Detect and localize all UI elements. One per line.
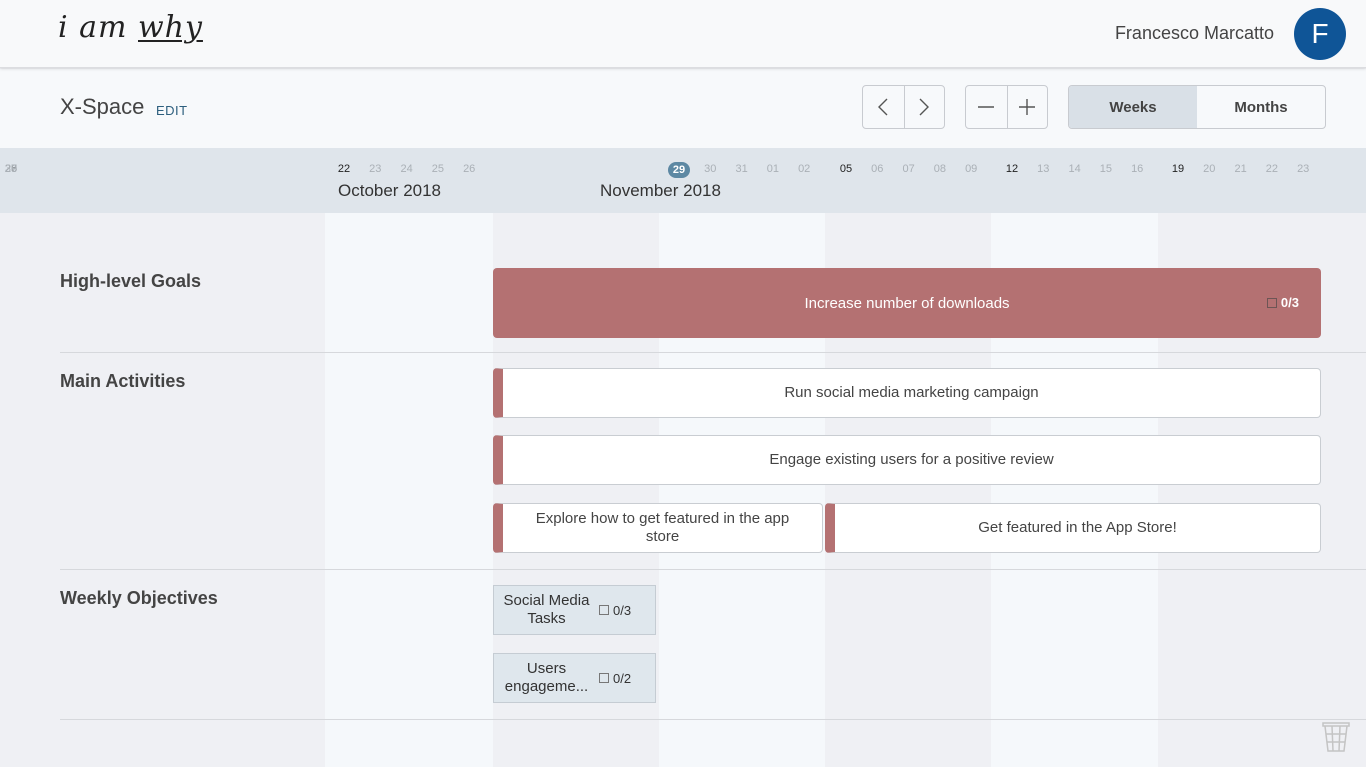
activity-title: Engage existing users for a positive rev… [769,451,1054,468]
logo-emphasis: why [138,10,203,45]
objective-title: Social Media Tasks [503,592,590,627]
chevron-left-icon [878,98,888,116]
day-tick: 09 [965,163,978,175]
activity-title: Get featured in the App Store! [978,519,1177,536]
top-bar: i am why Francesco Marcatto F [0,0,1366,68]
day-tick: 25 [431,163,445,175]
plus-icon [1019,99,1036,115]
day-tick-today: 29 [668,162,690,178]
app-logo[interactable]: i am why [58,10,203,45]
objective-progress-count: 0/2 [613,670,632,686]
trash-drop-zone[interactable] [1322,722,1350,752]
zoom-group [965,85,1048,129]
day-tick: 14 [1068,163,1081,175]
day-tick: 06 [871,163,884,175]
months-view-button[interactable]: Months [1197,86,1325,128]
day-tick: 12 [1005,163,1019,175]
minus-icon [978,106,995,108]
month-label-november: November 2018 [600,181,721,200]
section-label-objectives: Weekly Objectives [60,588,218,608]
checkbox-icon [599,673,609,683]
objective-card[interactable]: Users engageme... 0/2 [493,653,656,703]
trash-icon [1322,722,1350,752]
section-divider [60,352,1366,353]
view-toggle: Weeks Months [1068,85,1326,129]
previous-button[interactable] [863,86,904,128]
day-tick: 08 [933,163,947,175]
column-stripe [325,213,493,767]
day-tick: 21 [1234,163,1247,175]
activity-card[interactable]: Get featured in the App Store! [825,503,1321,553]
objective-title: Users engageme... [504,660,589,695]
day-tick: 23 [369,163,382,175]
activity-title: Run social media marketing campaign [784,384,1039,401]
weeks-view-button[interactable]: Weeks [1069,86,1197,128]
objective-progress-count: 0/3 [613,602,632,618]
checkbox-icon [1266,297,1277,308]
day-tick: 16 [1131,163,1144,175]
avatar-initial: F [1311,18,1329,49]
day-tick: 02 [798,163,811,175]
timeline-header: 22 23 24 25 26 29 30 31 01 02 05 06 07 08 09 12 13 14 15 16… [0,148,1366,213]
timeline-nav-group [862,85,945,129]
goal-progress-count: 0/3 [1280,295,1299,310]
activity-card[interactable]: Run social media marketing campaign [493,368,1321,418]
objective-progress: 0/2 [599,671,631,686]
column-stripe [0,213,325,767]
day-tick: 01 [766,163,780,175]
day-tick: 30 [704,163,717,175]
edit-project-link[interactable]: EDIT [156,103,188,118]
day-tick: 24 [400,163,413,175]
goal-bar[interactable]: Increase number of downloads 0/3 [493,268,1321,338]
section-divider [60,719,1366,720]
objective-progress: 0/3 [599,603,631,618]
day-tick: 26 [463,163,476,175]
day-tick: 13 [1037,163,1050,175]
day-tick: 07 [902,163,915,175]
next-button[interactable] [903,86,945,128]
page-title: X-Space [60,94,145,119]
project-header: X-Space EDIT Weeks Months [0,69,1366,148]
checkbox-icon [599,605,609,615]
day-tick: 05 [839,163,853,175]
activity-card[interactable]: Explore how to get featured in the app s… [493,503,823,553]
section-divider [60,569,1366,570]
day-tick: 19 [1171,163,1185,175]
avatar[interactable]: F [1294,8,1346,60]
month-label-october: October 2018 [338,181,442,200]
chevron-right-icon [919,98,930,116]
zoom-in-button[interactable] [1006,86,1048,128]
day-tick: 23 [1297,163,1310,175]
objective-card[interactable]: Social Media Tasks 0/3 [493,585,656,635]
day-tick: 22 [1265,163,1279,175]
section-label-activities: Main Activities [60,371,186,391]
day-tick: 22 [337,163,351,175]
activity-title: Explore how to get featured in the app s… [535,510,790,545]
day-tick: 30 [4,163,18,175]
section-label-goals: High-level Goals [60,271,202,291]
activity-card[interactable]: Engage existing users for a positive rev… [493,435,1321,485]
zoom-out-button[interactable] [966,86,1007,128]
day-tick: 15 [1099,163,1113,175]
goal-title: Increase number of downloads [804,294,1010,312]
goal-progress: 0/3 [1266,295,1299,310]
user-name[interactable]: Francesco Marcatto [1115,23,1274,44]
day-tick: 31 [735,163,748,175]
logo-prefix: i am [58,10,138,45]
day-tick: 20 [1203,163,1216,175]
